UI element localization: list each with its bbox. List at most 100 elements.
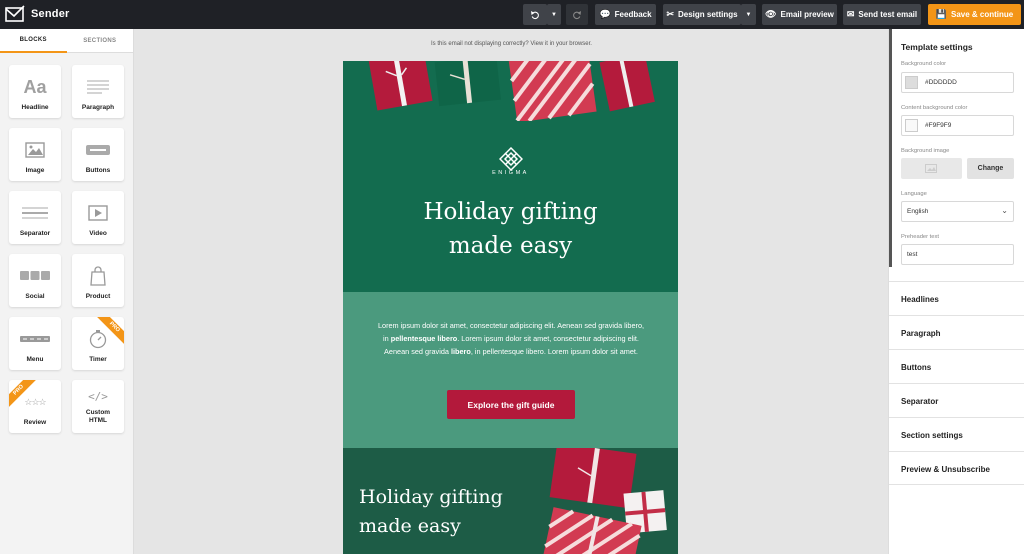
headline-icon: Aa xyxy=(23,76,47,97)
background-color-label: Background color xyxy=(901,61,947,67)
blocks-panel: BLOCKS SECTIONS Aa Headline Paragraph Im… xyxy=(0,29,134,554)
block-custom-html[interactable]: </> Custom HTML xyxy=(72,380,124,433)
body-text-part: , in pellentesque libero. Lorem ipsum do… xyxy=(470,347,638,356)
block-label: Timer xyxy=(89,356,107,363)
email-preview-button[interactable]: 👁 Email preview xyxy=(762,4,837,25)
video-icon xyxy=(88,199,108,227)
change-image-button[interactable]: Change xyxy=(967,158,1014,179)
block-label: Menu xyxy=(26,356,44,363)
undo-history-dropdown[interactable]: ▼ xyxy=(547,4,561,25)
design-settings-label: Design settings xyxy=(677,10,738,19)
paragraph-icon xyxy=(86,73,110,101)
caret-down-icon: ▼ xyxy=(551,11,557,18)
block-buttons[interactable]: Buttons xyxy=(72,128,124,181)
email-preview: ENIGMA Holiday gifting made easy Lorem i… xyxy=(343,61,678,554)
image-placeholder-icon xyxy=(925,164,937,173)
block-image[interactable]: Image xyxy=(9,128,61,181)
background-color-value: #DDDDDD xyxy=(925,79,957,86)
secondary-headline[interactable]: Holiday gifting made easy xyxy=(359,483,503,541)
feedback-button[interactable]: 💬 Feedback xyxy=(595,4,656,25)
block-paragraph[interactable]: Paragraph xyxy=(72,65,124,118)
block-timer[interactable]: Timer PRO xyxy=(72,317,124,370)
block-social[interactable]: Social xyxy=(9,254,61,307)
feedback-label: Feedback xyxy=(614,10,652,19)
redo-button[interactable] xyxy=(566,4,588,25)
tools-icon: ✂ xyxy=(666,9,674,19)
separator-icon xyxy=(21,199,49,227)
block-label: Social xyxy=(25,293,45,300)
save-continue-button[interactable]: 💾 Save & continue xyxy=(928,4,1021,25)
body-text-bold: libero xyxy=(450,347,471,356)
hero-headline[interactable]: Holiday gifting made easy xyxy=(343,195,678,263)
shopping-bag-icon xyxy=(90,262,106,290)
stopwatch-icon xyxy=(88,325,108,353)
design-settings-button[interactable]: ✂ Design settings xyxy=(663,4,741,25)
undo-button[interactable] xyxy=(523,4,547,25)
background-color-field[interactable]: #DDDDDD xyxy=(901,72,1014,93)
app-name: Sender xyxy=(31,8,70,20)
panel-title: Template settings xyxy=(901,42,973,52)
chat-bubbles-icon: 💬 xyxy=(599,9,611,19)
image-icon xyxy=(25,136,45,164)
hero-section[interactable]: ENIGMA Holiday gifting made easy xyxy=(343,61,678,292)
language-value: English xyxy=(907,208,929,215)
review-stars-icon: ☆☆☆ xyxy=(24,396,46,407)
eye-icon: 👁 xyxy=(765,9,777,19)
explore-gift-guide-button[interactable]: Explore the gift guide xyxy=(447,390,575,419)
block-product[interactable]: Product xyxy=(72,254,124,307)
preheader-input[interactable]: test xyxy=(901,244,1014,265)
block-label: Product xyxy=(85,293,111,300)
language-label: Language xyxy=(901,191,927,197)
menu-icon xyxy=(20,325,50,353)
body-paragraph[interactable]: Lorem ipsum dolor sit amet, consectetur … xyxy=(376,319,646,358)
tab-blocks[interactable]: BLOCKS xyxy=(0,29,67,53)
scrollbar[interactable] xyxy=(889,29,892,267)
block-review[interactable]: ☆☆☆ Review PRO xyxy=(9,380,61,433)
content-bg-swatch[interactable] xyxy=(905,119,918,132)
send-test-email-button[interactable]: ✉ Send test email xyxy=(843,4,921,25)
save-continue-label: Save & continue xyxy=(950,10,1014,19)
sender-logo-icon xyxy=(5,5,25,22)
section-separator[interactable]: Separator xyxy=(889,383,1024,417)
section-paragraph[interactable]: Paragraph xyxy=(889,315,1024,349)
block-headline[interactable]: Aa Headline xyxy=(9,65,61,118)
tab-sections[interactable]: SECTIONS xyxy=(66,29,133,53)
section-section-settings[interactable]: Section settings xyxy=(889,417,1024,451)
secondary-hero-section[interactable]: Holiday gifting made easy xyxy=(343,448,678,554)
caret-down-icon: ▼ xyxy=(745,11,752,18)
block-label: Image xyxy=(25,167,45,174)
chevron-down-icon: ⌄ xyxy=(1001,206,1008,215)
app-logo[interactable]: Sender xyxy=(5,5,70,23)
section-buttons[interactable]: Buttons xyxy=(889,349,1024,383)
panel-tabs: BLOCKS SECTIONS xyxy=(0,29,133,53)
browser-view-notice[interactable]: Is this email not displaying correctly? … xyxy=(135,41,888,47)
content-bg-color-field[interactable]: #F9F9F9 xyxy=(901,115,1014,136)
email-preview-label: Email preview xyxy=(780,10,834,19)
block-grid: Aa Headline Paragraph Image Buttons Sepa… xyxy=(9,65,125,433)
redo-icon xyxy=(573,10,581,19)
top-bar: Sender ▼ 💬 Feedback ✂ Design settings ▼ … xyxy=(0,0,1024,29)
envelope-icon: ✉ xyxy=(846,9,855,19)
language-select[interactable]: English ⌄ xyxy=(901,201,1014,222)
block-video[interactable]: Video xyxy=(72,191,124,244)
send-test-label: Send test email xyxy=(858,10,918,19)
content-bg-value: #F9F9F9 xyxy=(925,122,952,129)
preheader-label: Preheader text xyxy=(901,234,940,240)
block-separator[interactable]: Separator xyxy=(9,191,61,244)
block-label: Paragraph xyxy=(81,104,115,111)
buttons-icon xyxy=(85,136,111,164)
body-section[interactable]: Lorem ipsum dolor sit amet, consectetur … xyxy=(343,292,678,448)
block-label: Custom HTML xyxy=(85,409,111,424)
block-label: Buttons xyxy=(85,167,111,174)
background-color-swatch[interactable] xyxy=(905,76,918,89)
bg-image-preview[interactable] xyxy=(901,158,962,179)
body-text-bold: pellentesque libero xyxy=(390,334,458,343)
undo-icon xyxy=(531,10,539,19)
block-label: Separator xyxy=(19,230,51,237)
block-menu[interactable]: Menu xyxy=(9,317,61,370)
design-settings-dropdown[interactable]: ▼ xyxy=(741,4,756,25)
section-headlines[interactable]: Headlines xyxy=(889,281,1024,315)
editor-canvas: Is this email not displaying correctly? … xyxy=(135,29,888,554)
social-icon xyxy=(20,262,50,290)
section-preview-unsubscribe[interactable]: Preview & Unsubscribe xyxy=(889,451,1024,485)
